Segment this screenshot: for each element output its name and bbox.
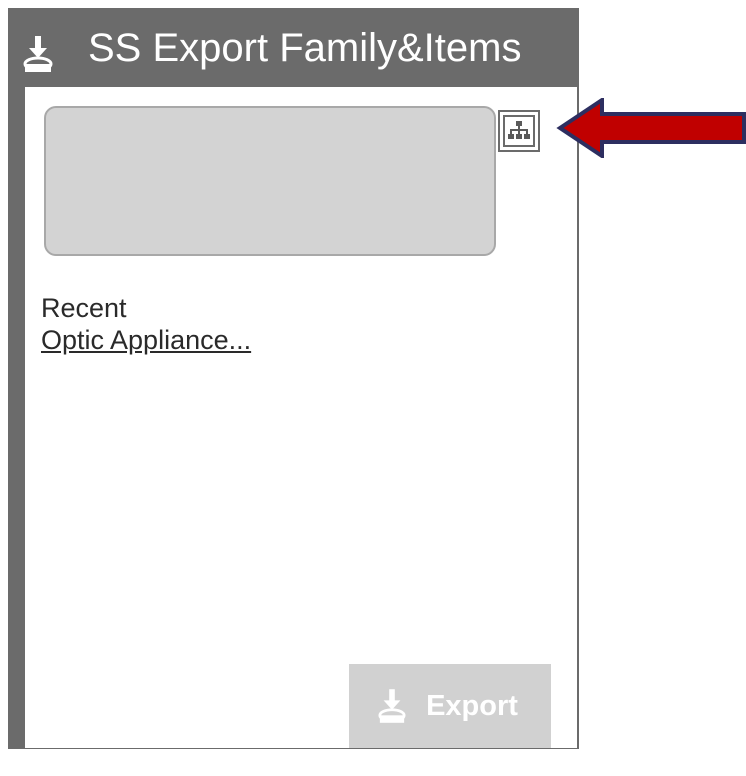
panel-title: SS Export Family&Items <box>88 26 522 70</box>
export-button[interactable]: Export <box>349 664 551 748</box>
panel-body: Recent Optic Appliance... Export <box>25 87 577 748</box>
export-download-icon <box>378 689 406 723</box>
panel-header: SS Export Family&Items <box>8 8 579 86</box>
export-panel: SS Export Family&Items Recent Optic Appl… <box>8 8 579 749</box>
hierarchy-icon <box>508 121 530 139</box>
hierarchy-picker-button[interactable] <box>498 110 540 152</box>
recent-item-link[interactable]: Optic Appliance... <box>41 324 251 356</box>
recent-label: Recent <box>41 293 127 323</box>
export-button-label: Export <box>426 690 518 722</box>
selection-field[interactable] <box>44 106 496 256</box>
download-icon <box>23 36 53 72</box>
hierarchy-icon-frame <box>503 115 535 147</box>
screen: SS Export Family&Items Recent Optic Appl… <box>0 0 746 776</box>
callout-arrow-icon <box>556 98 746 158</box>
